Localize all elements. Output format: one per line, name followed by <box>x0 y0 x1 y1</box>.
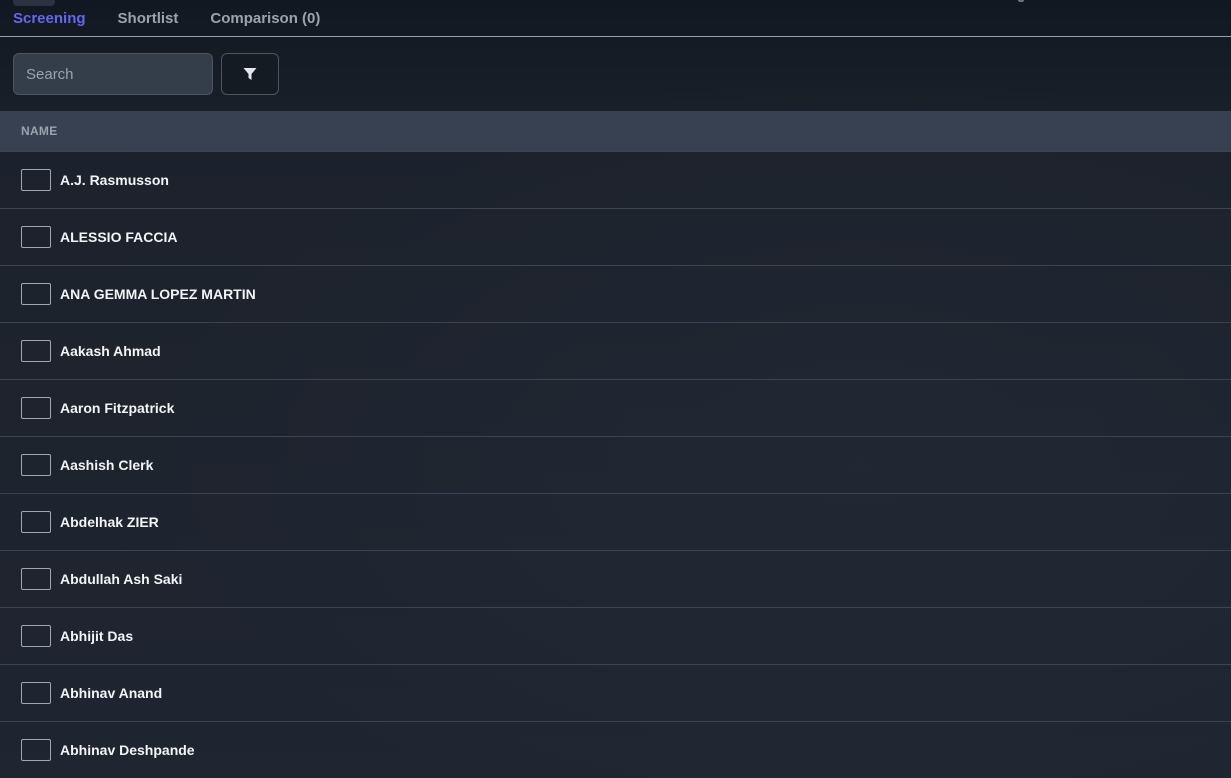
candidate-name: ANA GEMMA LOPEZ MARTIN <box>60 286 256 302</box>
row-checkbox[interactable] <box>21 397 51 419</box>
tab-screening[interactable]: Screening <box>0 9 102 36</box>
tab-bar: Screening Shortlist Comparison (0) <box>0 0 1231 37</box>
row-checkbox[interactable] <box>21 454 51 476</box>
candidate-name: Abdelhak ZIER <box>60 514 159 530</box>
table-row[interactable]: ALESSIO FACCIA <box>0 209 1231 266</box>
table-row[interactable]: Abhijit Das <box>0 608 1231 665</box>
tab-comparison[interactable]: Comparison (0) <box>194 9 336 36</box>
table-body: A.J. Rasmusson ALESSIO FACCIA ANA GEMMA LO… <box>0 152 1231 778</box>
toolbar <box>0 37 1231 111</box>
row-checkbox[interactable] <box>21 169 51 191</box>
candidate-name: Abhinav Anand <box>60 685 163 701</box>
candidate-name: Aashish Clerk <box>60 457 154 473</box>
search-input[interactable] <box>13 53 213 95</box>
candidate-name: Aaron Fitzpatrick <box>60 400 175 416</box>
filter-icon <box>243 68 257 80</box>
table-row[interactable]: Aaron Fitzpatrick <box>0 380 1231 437</box>
candidate-name: Aakash Ahmad <box>60 343 161 359</box>
filter-button[interactable] <box>221 53 279 95</box>
row-checkbox[interactable] <box>21 682 51 704</box>
candidate-name: Abhinav Deshpande <box>60 742 195 758</box>
table-row[interactable]: Abdelhak ZIER <box>0 494 1231 551</box>
row-checkbox[interactable] <box>21 226 51 248</box>
table-row[interactable]: ANA GEMMA LOPEZ MARTIN <box>0 266 1231 323</box>
table-row[interactable]: Abhinav Anand <box>0 665 1231 722</box>
table-row[interactable]: Abhinav Deshpande <box>0 722 1231 778</box>
row-checkbox[interactable] <box>21 625 51 647</box>
table-row[interactable]: A.J. Rasmusson <box>0 152 1231 209</box>
row-checkbox[interactable] <box>21 568 51 590</box>
row-checkbox[interactable] <box>21 340 51 362</box>
candidate-name: Abdullah Ash Saki <box>60 571 183 587</box>
row-checkbox[interactable] <box>21 283 51 305</box>
row-checkbox[interactable] <box>21 739 51 761</box>
table-row[interactable]: Aashish Clerk <box>0 437 1231 494</box>
row-checkbox[interactable] <box>21 511 51 533</box>
app-root: Screening Shortlist Comparison (0) NAME … <box>0 0 1231 778</box>
column-header-name[interactable]: NAME <box>0 111 1231 152</box>
candidates-table: NAME A.J. Rasmusson ALESSIO FACCIA ANA GEM… <box>0 111 1231 778</box>
table-row[interactable]: Abdullah Ash Saki <box>0 551 1231 608</box>
table-row[interactable]: Aakash Ahmad <box>0 323 1231 380</box>
candidate-name: Abhijit Das <box>60 628 134 644</box>
candidate-name: ALESSIO FACCIA <box>60 229 178 245</box>
candidate-name: A.J. Rasmusson <box>60 172 169 188</box>
tab-shortlist[interactable]: Shortlist <box>102 9 195 36</box>
